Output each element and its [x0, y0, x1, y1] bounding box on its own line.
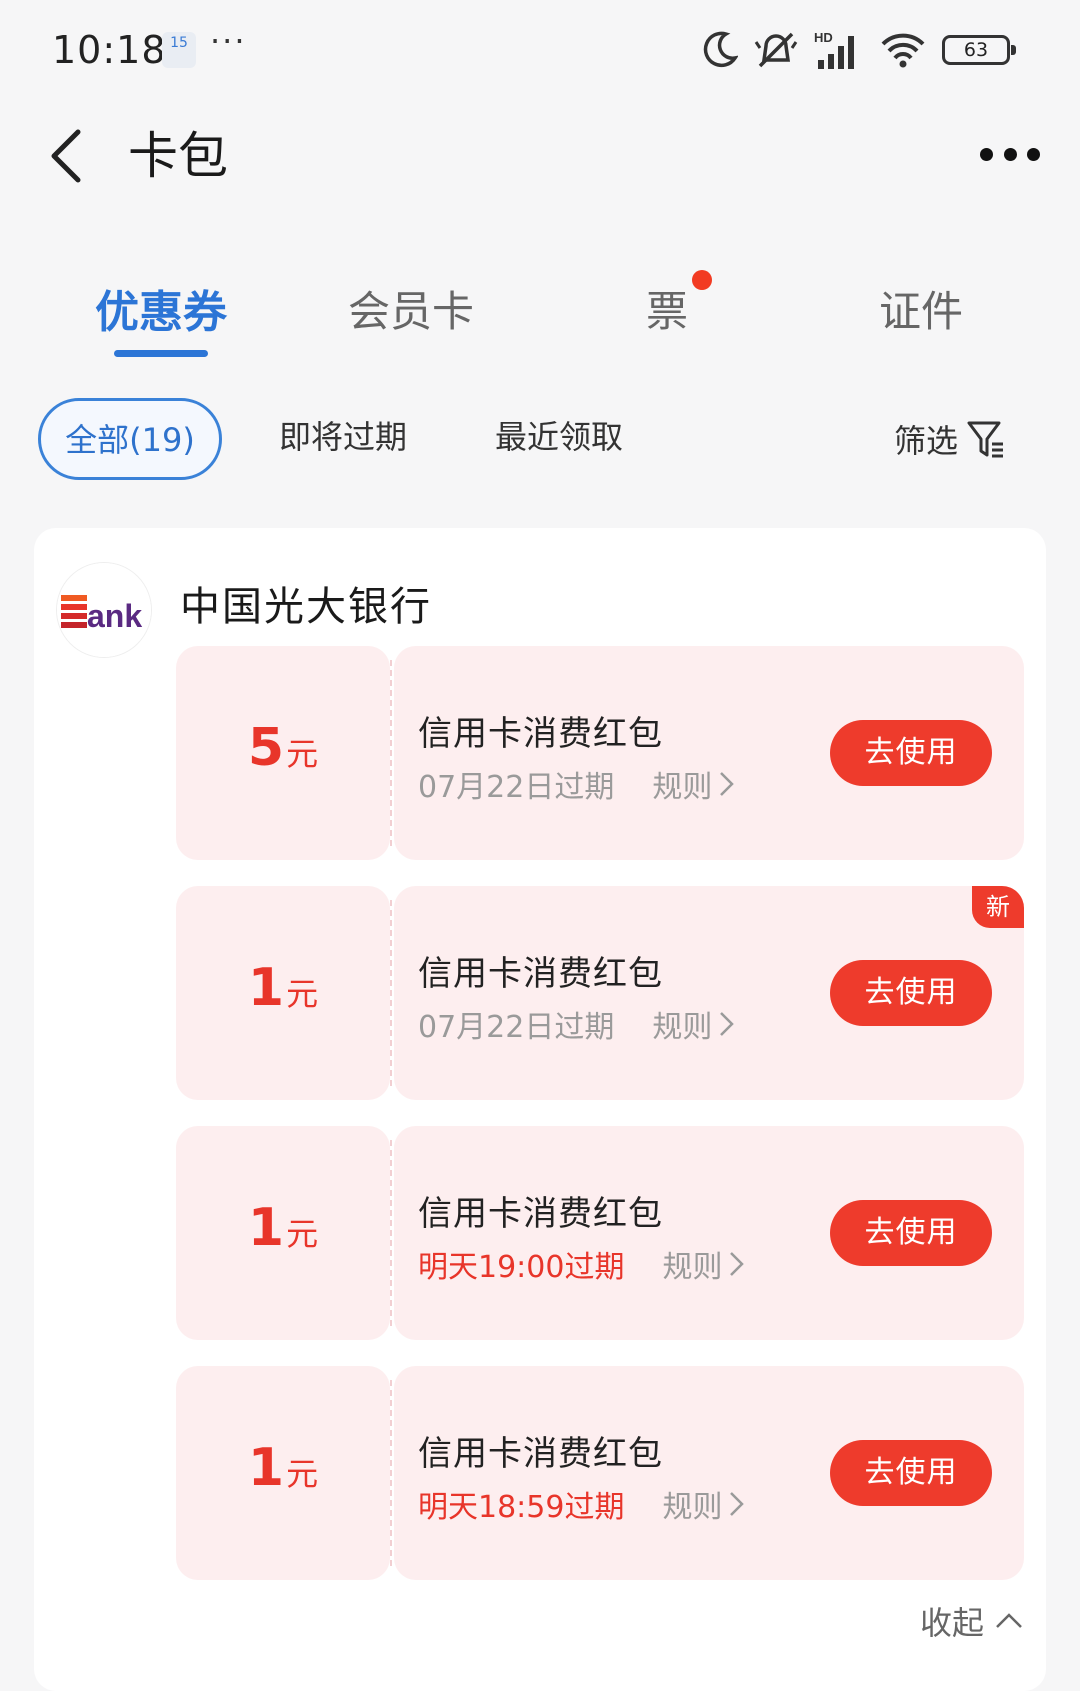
tickets-notification-dot — [692, 270, 712, 290]
moon-icon — [703, 31, 738, 68]
new-badge: 新 — [972, 886, 1024, 928]
rules-label: 规则 — [652, 770, 713, 805]
coupon-rules-link[interactable]: 规则 — [652, 1002, 736, 1046]
use-coupon-button[interactable]: 去使用 — [830, 960, 992, 1026]
coupon-amount-panel: 5元 — [176, 646, 390, 860]
cellular-signal-icon: HD — [814, 30, 854, 69]
coupon-item[interactable]: 1元 信用卡消费红包 明天19:00过期 规则 去使用 — [176, 1126, 1024, 1340]
coupon-item[interactable]: 1元 新 信用卡消费红包 07月22日过期 规则 去使用 — [176, 886, 1024, 1100]
coupon-rules-link[interactable]: 规则 — [652, 762, 736, 806]
coupon-amount-value: 5 — [247, 718, 285, 778]
rules-label: 规则 — [662, 1250, 723, 1285]
coupon-item[interactable]: 1元 信用卡消费红包 明天18:59过期 规则 去使用 — [176, 1366, 1024, 1580]
rules-label: 规则 — [662, 1490, 723, 1525]
notification-calendar-icon: 15 — [162, 32, 196, 68]
coupon-meta: 07月22日过期 规则 — [418, 762, 736, 806]
coupon-amount-value: 1 — [247, 958, 285, 1018]
more-dot-icon — [1003, 147, 1017, 161]
status-bar: 10:18 15 ··· HD 63 — [0, 0, 1080, 100]
coupon-amount: 1元 — [176, 958, 390, 1018]
coupon-meta: 07月22日过期 规则 — [418, 1002, 736, 1046]
collapse-label: 收起 — [920, 1604, 985, 1642]
chevron-right-icon — [730, 1492, 745, 1516]
tab-tickets[interactable]: 票 — [568, 278, 766, 378]
page-title: 卡包 — [128, 127, 228, 185]
coupon-amount: 1元 — [176, 1438, 390, 1498]
svg-text:HD: HD — [814, 30, 833, 45]
chevron-right-icon — [730, 1252, 745, 1276]
active-tab-indicator — [114, 350, 208, 357]
coupon-detail-panel: 新 信用卡消费红包 07月22日过期 规则 去使用 — [394, 886, 1024, 1100]
use-coupon-button[interactable]: 去使用 — [830, 1440, 992, 1506]
chevron-up-icon — [996, 1613, 1022, 1628]
coupon-amount-panel: 1元 — [176, 886, 390, 1100]
bank-name: 中国光大银行 — [180, 584, 432, 630]
svg-text:ank: ank — [87, 598, 142, 634]
filter-chip-recently-received[interactable]: 最近领取 — [470, 398, 648, 480]
coupon-amount: 5元 — [176, 718, 390, 778]
rules-label: 规则 — [652, 1010, 713, 1045]
coupon-expire-date: 07月22日过期 — [418, 770, 615, 805]
coupon-amount-unit: 元 — [286, 1455, 319, 1493]
filter-label: 筛选 — [894, 422, 959, 460]
filter-chip-all[interactable]: 全部(19) — [38, 398, 222, 480]
coupon-meta: 明天19:00过期 规则 — [418, 1242, 746, 1286]
funnel-icon — [967, 421, 1004, 458]
filter-chip-expiring-soon[interactable]: 即将过期 — [254, 398, 432, 480]
coupon-rules-link[interactable]: 规则 — [662, 1482, 746, 1526]
chevron-right-icon — [720, 1012, 735, 1036]
use-coupon-button[interactable]: 去使用 — [830, 1200, 992, 1266]
filter-button[interactable]: 筛选 — [894, 398, 1006, 480]
coupon-amount-value: 1 — [247, 1438, 285, 1498]
coupon-amount-value: 1 — [247, 1198, 285, 1258]
coupon-amount-panel: 1元 — [176, 1126, 390, 1340]
coupon-title: 信用卡消费红包 — [418, 714, 663, 754]
coupon-amount-unit: 元 — [286, 735, 319, 773]
battery-icon: 63 — [942, 35, 1016, 65]
back-button[interactable] — [40, 118, 100, 190]
more-notifications-icon: ··· — [210, 22, 247, 60]
chevron-right-icon — [720, 772, 735, 796]
collapse-button[interactable]: 收起 — [920, 1598, 1024, 1644]
chevron-left-icon — [51, 129, 81, 183]
more-dot-icon — [980, 147, 993, 161]
coupon-group-card: ank 中国光大银行 5元 信用卡消费红包 07月22日过期 规则 去使用 1元… — [34, 528, 1046, 1691]
coupon-amount: 1元 — [176, 1198, 390, 1258]
filter-bar: 全部(19) 即将过期 最近领取 筛选 — [0, 398, 1080, 482]
tab-documents[interactable]: 证件 — [822, 278, 1020, 378]
coupon-expire-date: 07月22日过期 — [418, 1010, 615, 1045]
coupon-expire-date: 明天19:00过期 — [418, 1250, 625, 1285]
tab-coupons[interactable]: 优惠券 — [62, 276, 260, 376]
tab-bar: 优惠券 会员卡 票 证件 — [0, 248, 1080, 368]
coupon-detail-panel: 信用卡消费红包 明天19:00过期 规则 去使用 — [394, 1126, 1024, 1340]
coupon-detail-panel: 信用卡消费红包 07月22日过期 规则 去使用 — [394, 646, 1024, 860]
coupon-item[interactable]: 5元 信用卡消费红包 07月22日过期 规则 去使用 — [176, 646, 1024, 860]
bank-logo-image: ank — [57, 563, 151, 657]
wifi-icon — [881, 33, 925, 68]
status-icons: HD 63 — [702, 28, 1016, 72]
coupon-amount-panel: 1元 — [176, 1366, 390, 1580]
coupon-amount-unit: 元 — [286, 1215, 319, 1253]
coupon-rules-link[interactable]: 规则 — [662, 1242, 746, 1286]
status-time: 10:18 — [52, 28, 167, 72]
use-coupon-button[interactable]: 去使用 — [830, 720, 992, 786]
bank-logo: ank — [56, 562, 152, 658]
more-options-button[interactable] — [980, 130, 1040, 178]
coupon-title: 信用卡消费红包 — [418, 1434, 663, 1474]
more-dot-icon — [1027, 147, 1040, 161]
coupon-detail-panel: 信用卡消费红包 明天18:59过期 规则 去使用 — [394, 1366, 1024, 1580]
coupon-meta: 明天18:59过期 规则 — [418, 1482, 746, 1526]
coupon-amount-unit: 元 — [286, 975, 319, 1013]
coupon-title: 信用卡消费红包 — [418, 954, 663, 994]
mute-icon — [754, 32, 798, 68]
title-bar: 卡包 — [0, 100, 1080, 220]
tab-membership-cards[interactable]: 会员卡 — [312, 278, 510, 378]
coupon-title: 信用卡消费红包 — [418, 1194, 663, 1234]
coupon-expire-date: 明天18:59过期 — [418, 1490, 625, 1525]
